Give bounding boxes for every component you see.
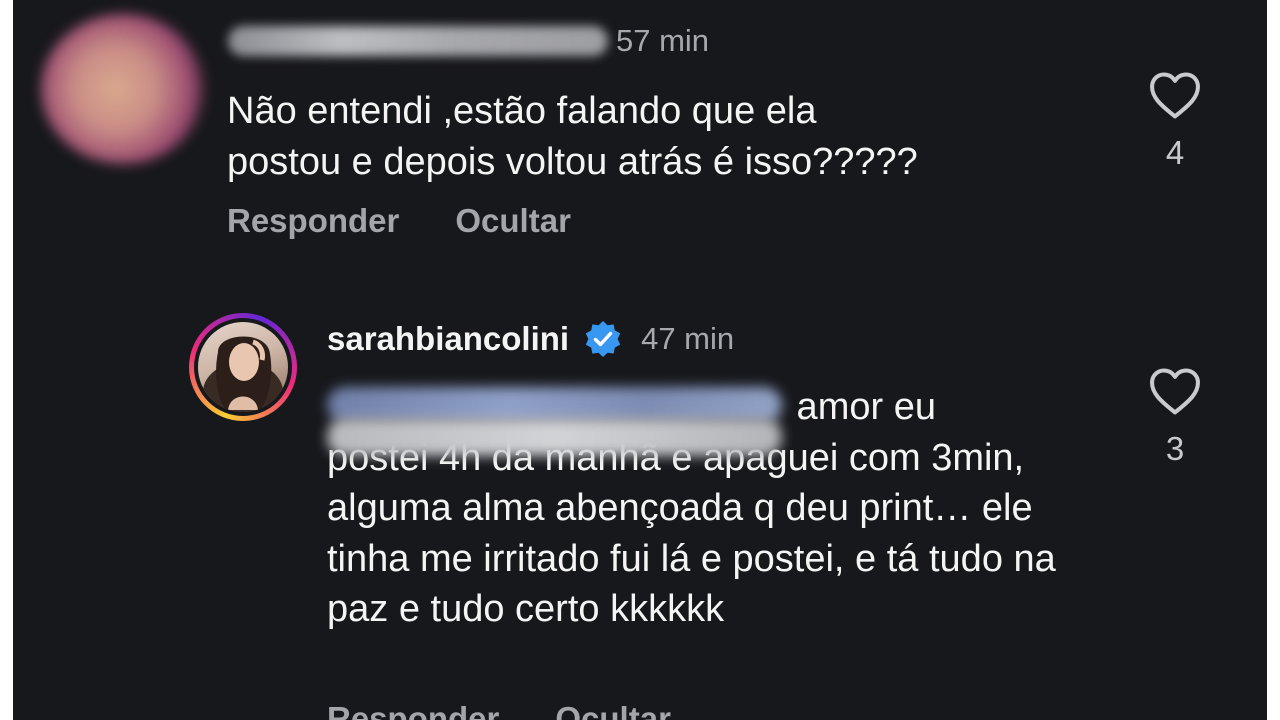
reply-text-line1: amor eu xyxy=(786,386,936,428)
reply-button[interactable]: Responder xyxy=(227,202,399,240)
verified-badge-icon xyxy=(585,321,621,357)
reply-header: sarahbiancolini 47 min xyxy=(327,316,734,362)
hide-button[interactable]: Ocultar xyxy=(455,202,571,240)
heart-icon[interactable] xyxy=(1148,366,1202,416)
profile-photo xyxy=(198,322,288,412)
reply-actions: Responder Ocultar xyxy=(327,700,671,720)
heart-icon[interactable] xyxy=(1148,70,1202,120)
reply-avatar[interactable] xyxy=(189,313,297,421)
commenter-username-redacted[interactable] xyxy=(228,26,608,56)
reply-text-body: postei 4h da manhã e apaguei com 3min, a… xyxy=(327,436,1056,631)
comment-time: 57 min xyxy=(616,23,710,58)
reply-time: 47 min xyxy=(641,321,735,356)
reply-like: 3 xyxy=(1145,366,1205,468)
reply-button[interactable]: Responder xyxy=(327,700,499,720)
like-count: 3 xyxy=(1165,430,1185,467)
comment-header: 57 min xyxy=(228,18,709,64)
hide-button[interactable]: Ocultar xyxy=(555,700,671,720)
like-count: 4 xyxy=(1165,134,1185,171)
comments-screen: 57 min Não entendi ,estão falando que el… xyxy=(13,0,1267,720)
text-redaction xyxy=(327,418,782,456)
reply-text: amor eu postei 4h da manhã e apaguei com… xyxy=(327,382,1117,635)
comment-actions: Responder Ocultar xyxy=(227,202,571,240)
comment-text: Não entendi ,estão falando que ela posto… xyxy=(227,90,918,183)
commenter-avatar[interactable] xyxy=(41,14,206,164)
comment-like: 4 xyxy=(1145,70,1205,172)
reply-username[interactable]: sarahbiancolini xyxy=(327,320,569,358)
